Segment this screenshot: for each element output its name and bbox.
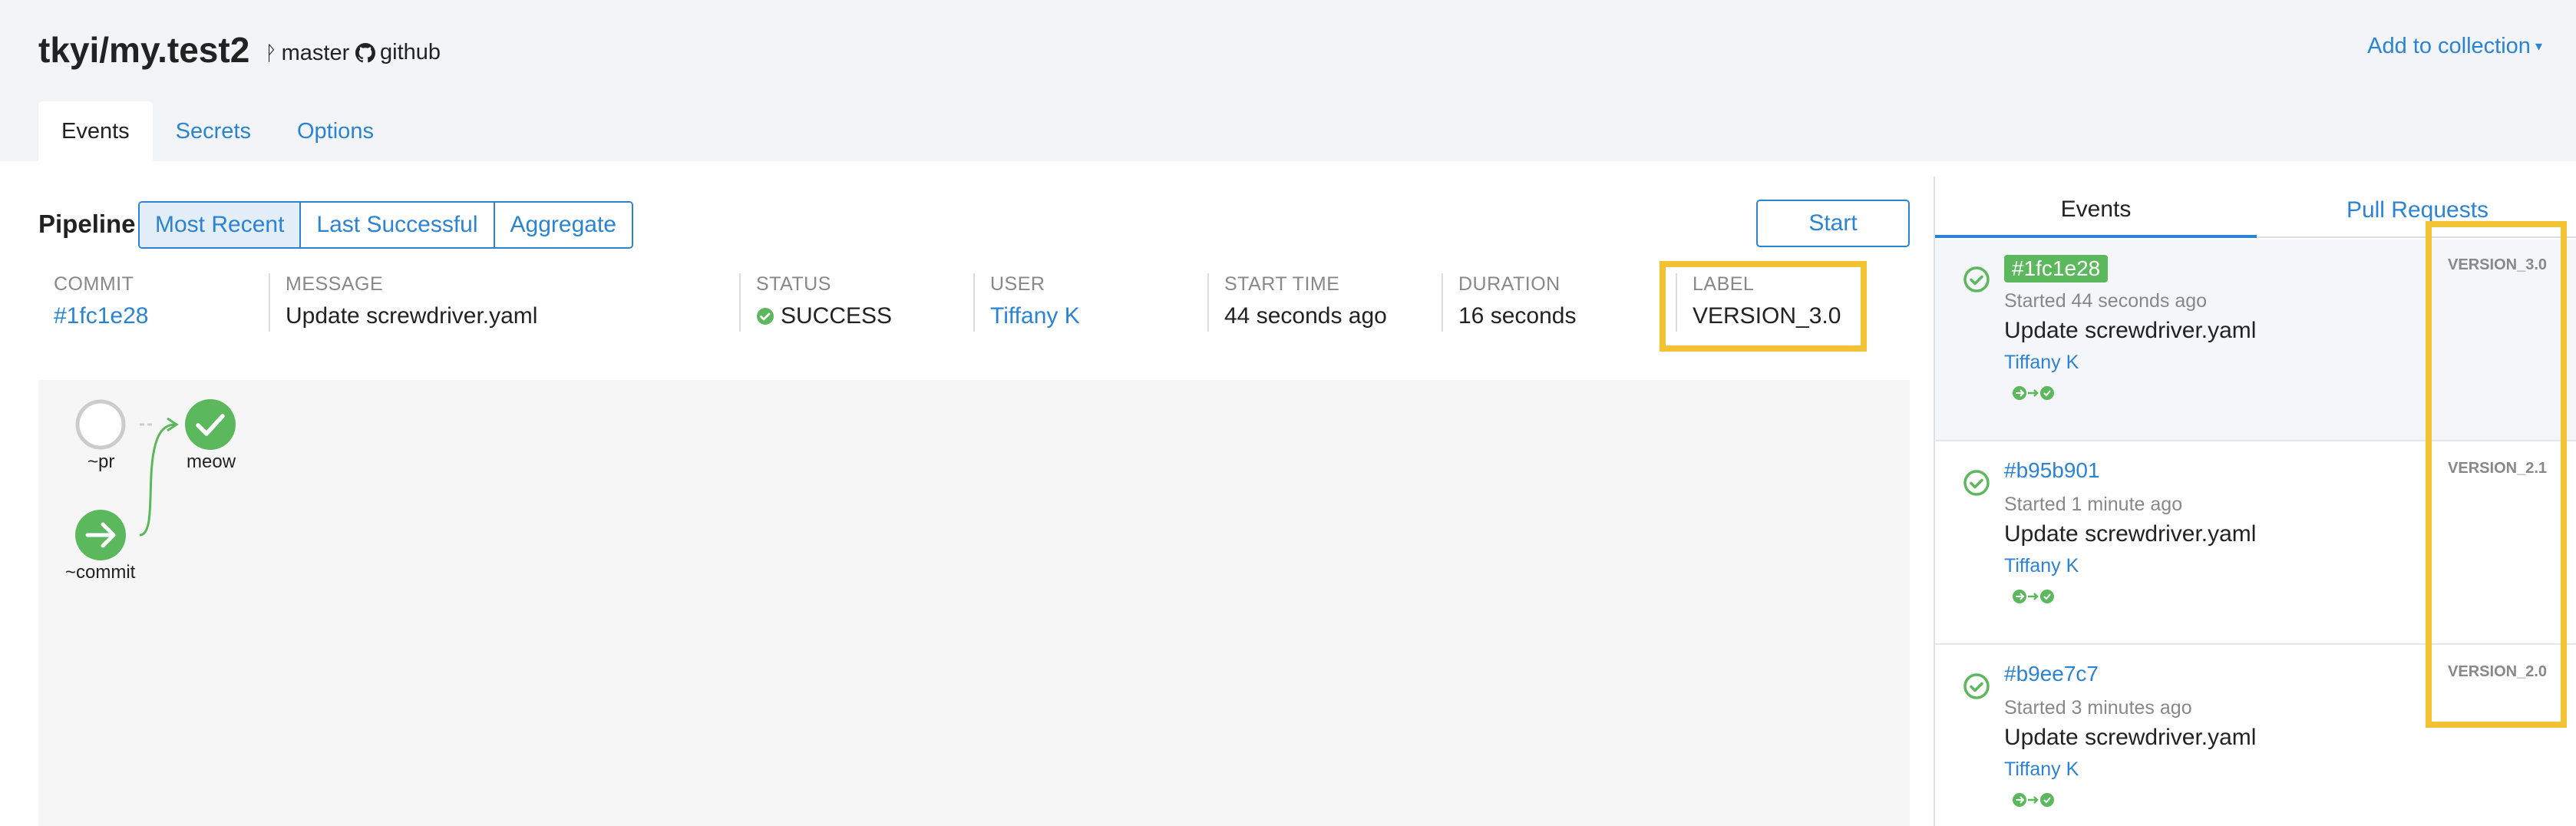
tab-secrets[interactable]: Secrets xyxy=(153,101,274,161)
repo-tabs: Events Secrets Options xyxy=(38,101,397,161)
branch-name: master xyxy=(281,41,350,65)
branch-icon: ᚹ xyxy=(265,41,277,64)
message-header: MESSAGE xyxy=(286,273,384,295)
page-header: tkyi/my.test2 ᚹ master github Add to col… xyxy=(0,0,2576,161)
mini-workflow-icon xyxy=(2013,590,2054,603)
repo-title[interactable]: tkyi/my.test2 xyxy=(38,29,249,71)
branch-info: ᚹ master xyxy=(265,41,349,66)
success-icon xyxy=(757,308,774,325)
tab-options[interactable]: Options xyxy=(274,101,397,161)
tab-events[interactable]: Events xyxy=(38,101,153,161)
user-column: USER Tiffany K xyxy=(973,273,1080,332)
status-value: SUCCESS xyxy=(756,303,892,329)
event-started: Started 3 minutes ago xyxy=(2004,697,2192,719)
status-column: STATUS SUCCESS xyxy=(739,273,892,332)
user-link[interactable]: Tiffany K xyxy=(990,303,1080,329)
meow-node[interactable] xyxy=(185,399,236,450)
duration-column: DURATION 16 seconds xyxy=(1442,273,1576,332)
success-icon xyxy=(1963,673,1990,699)
start-button[interactable]: Start xyxy=(1756,200,1910,247)
scm-name: github xyxy=(380,40,441,64)
user-header: USER xyxy=(990,273,1045,295)
start-time-header: START TIME xyxy=(1224,273,1340,295)
status-text: SUCCESS xyxy=(781,303,893,329)
success-icon xyxy=(1963,470,1990,496)
event-user[interactable]: Tiffany K xyxy=(2004,555,2079,577)
view-switcher: Most Recent Last Successful Aggregate xyxy=(138,201,633,249)
most-recent-button[interactable]: Most Recent xyxy=(140,203,302,247)
labels-highlight-box xyxy=(2426,221,2567,728)
duration-value: 16 seconds xyxy=(1458,303,1577,329)
message-column: MESSAGE Update screwdriver.yaml xyxy=(269,273,537,332)
event-sha[interactable]: #b95b901 xyxy=(2004,458,2100,483)
event-started: Started 1 minute ago xyxy=(2004,494,2183,515)
add-to-collection-dropdown[interactable]: Add to collection ▾ xyxy=(2367,34,2542,59)
event-message: Update screwdriver.yaml xyxy=(2004,725,2257,750)
event-sha[interactable]: #b9ee7c7 xyxy=(2004,662,2099,686)
commit-edge xyxy=(139,423,176,537)
label-highlight-box xyxy=(1660,261,1867,352)
commit-node-label: ~commit xyxy=(65,562,136,583)
event-message: Update screwdriver.yaml xyxy=(2004,318,2257,343)
aggregate-button[interactable]: Aggregate xyxy=(494,203,632,247)
success-icon xyxy=(1963,266,1990,292)
event-user[interactable]: Tiffany K xyxy=(2004,352,2079,374)
pipeline-graph: ~pr meow ~commit xyxy=(38,380,1910,826)
add-collection-label: Add to collection xyxy=(2367,34,2531,58)
commit-link[interactable]: #1fc1e28 xyxy=(54,303,148,329)
pr-node[interactable] xyxy=(75,399,126,450)
pr-node-label: ~pr xyxy=(88,451,115,472)
meow-node-label: meow xyxy=(187,451,236,472)
commit-node[interactable] xyxy=(75,510,126,560)
event-started: Started 44 seconds ago xyxy=(2004,290,2208,312)
status-header: STATUS xyxy=(756,273,831,295)
side-tab-events[interactable]: Events xyxy=(1935,184,2257,238)
github-icon xyxy=(355,42,375,62)
commit-column: COMMIT #1fc1e28 xyxy=(38,273,148,332)
event-message: Update screwdriver.yaml xyxy=(2004,521,2257,547)
caret-down-icon: ▾ xyxy=(2535,38,2542,54)
duration-header: DURATION xyxy=(1458,273,1560,295)
event-user[interactable]: Tiffany K xyxy=(2004,758,2079,781)
start-time-value: 44 seconds ago xyxy=(1224,303,1387,329)
event-sha[interactable]: #1fc1e28 xyxy=(2004,255,2109,282)
last-successful-button[interactable]: Last Successful xyxy=(301,203,495,247)
mini-workflow-icon xyxy=(2013,793,2054,807)
commit-header: COMMIT xyxy=(54,273,134,295)
mini-workflow-icon xyxy=(2013,386,2054,400)
scm-link[interactable]: github xyxy=(355,40,441,65)
pipeline-heading: Pipeline xyxy=(38,210,136,238)
message-value: Update screwdriver.yaml xyxy=(286,303,538,329)
start-time-column: START TIME 44 seconds ago xyxy=(1207,273,1387,332)
